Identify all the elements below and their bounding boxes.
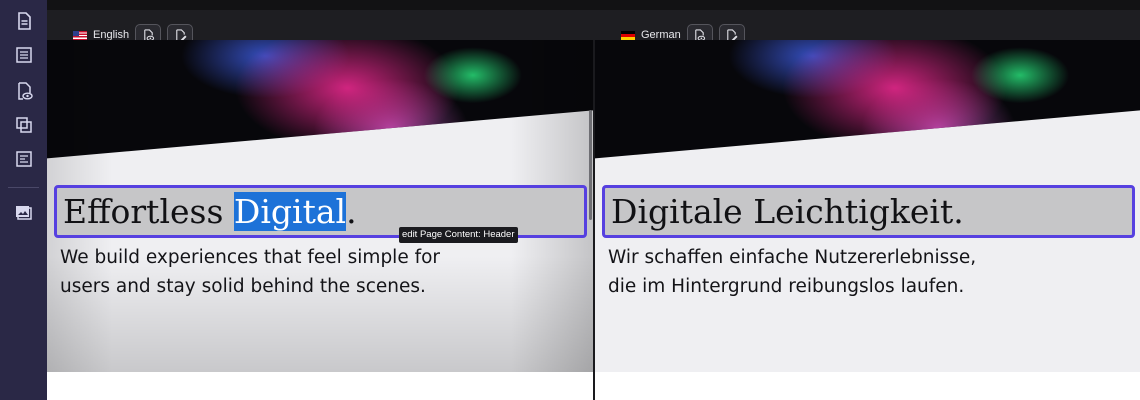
body-paragraph: Wir schaffen einfache Nutzererlebnisse, … (608, 243, 1028, 301)
copy-icon[interactable] (13, 114, 35, 136)
de-flag-icon (621, 30, 635, 40)
content-panel-german: Digitale Leichtigkeit. Wir schaffen einf… (595, 40, 1140, 372)
heading-selected-text: Digital (233, 192, 347, 231)
heading-text-after: . (346, 192, 357, 231)
body-line: Wir schaffen einfache Nutzererlebnisse, (608, 247, 977, 268)
body-paragraph: We build experiences that feel simple fo… (60, 243, 480, 301)
body-line: users and stay solid behind the scenes. (60, 276, 426, 297)
sidebar-rail (0, 0, 47, 400)
page-heading: Effortless Digital. (63, 192, 357, 231)
hero-image (47, 40, 593, 159)
page-heading: Digitale Leichtigkeit. (611, 192, 964, 231)
scrollbar[interactable] (589, 110, 592, 220)
top-bar: English German (47, 0, 1140, 46)
body-line: die im Hintergrund reibungslos laufen. (608, 276, 965, 297)
body-line: We build experiences that feel simple fo… (60, 247, 441, 268)
media-icon[interactable] (13, 202, 35, 224)
content-panel-english: Effortless Digital. We build experiences… (47, 40, 593, 372)
hero-image (595, 40, 1140, 159)
header-editable-field[interactable]: Digitale Leichtigkeit. (602, 185, 1135, 238)
form-icon[interactable] (13, 148, 35, 170)
list-icon[interactable] (13, 44, 35, 66)
preview-icon[interactable] (13, 80, 35, 102)
heading-text-before: Effortless (63, 192, 234, 231)
us-flag-icon (73, 30, 87, 40)
edit-tooltip: edit Page Content: Header (399, 227, 518, 243)
rail-divider (8, 187, 39, 188)
document-icon[interactable] (13, 10, 35, 32)
